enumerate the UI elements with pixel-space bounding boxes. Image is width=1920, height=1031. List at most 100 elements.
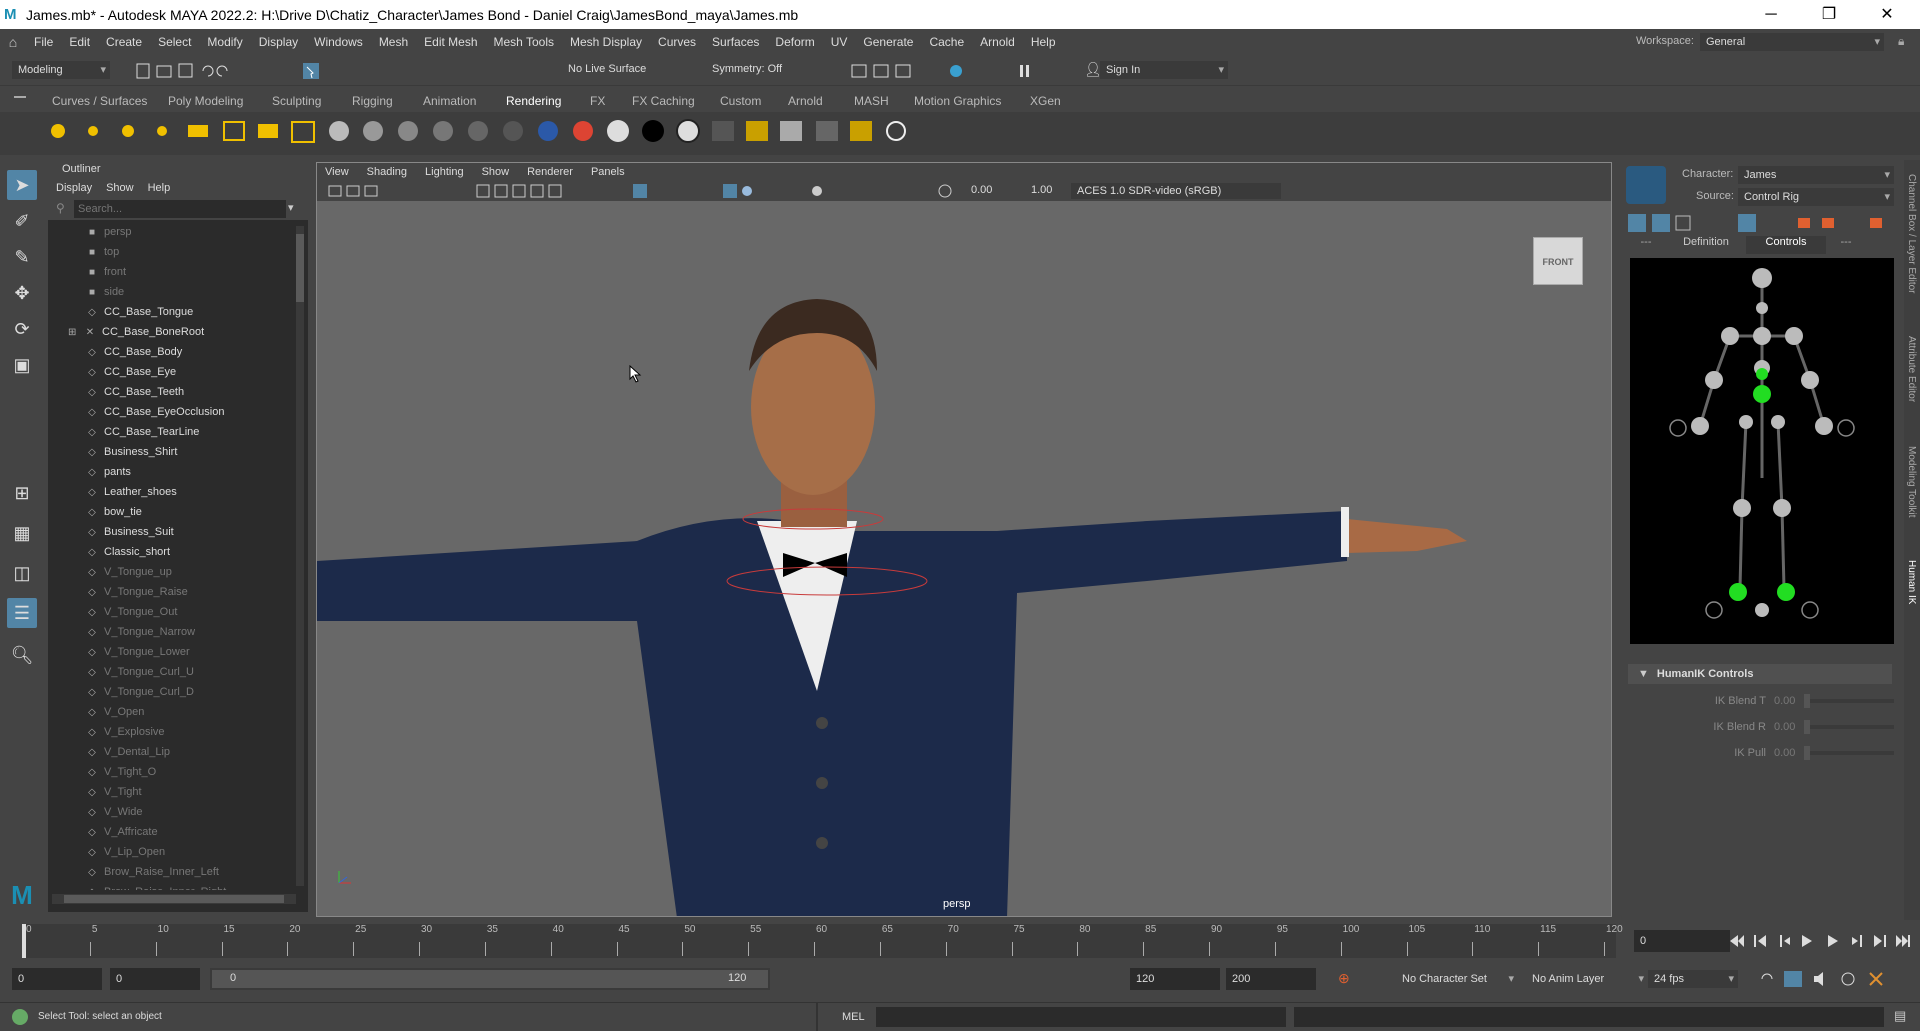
outliner-item[interactable]: ◇ V_Dental_Lip [48, 742, 294, 762]
ik-pull-slider[interactable] [1804, 746, 1894, 760]
range-slider[interactable]: 0 120 [210, 968, 770, 990]
menu-mesh-display[interactable]: Mesh Display [562, 35, 650, 49]
menu-create[interactable]: Create [98, 35, 150, 49]
exposure-value[interactable]: 0.00 [971, 184, 992, 196]
menu-help[interactable]: Help [1023, 35, 1064, 49]
menu-generate[interactable]: Generate [855, 35, 921, 49]
outliner-item[interactable]: ◇ V_Wide [48, 802, 294, 822]
filter-icon[interactable]: ⚲ [56, 201, 65, 215]
outliner-item[interactable]: ◇ Business_Shirt [48, 442, 294, 462]
outliner-item[interactable]: ◇ V_Explosive [48, 722, 294, 742]
home-icon[interactable]: ⌂ [0, 34, 26, 50]
side-tab-attribute-editor[interactable]: Attribute Editor [1906, 336, 1917, 402]
humanik-logo-icon[interactable] [1626, 166, 1666, 204]
shelf-tab-fx[interactable]: FX [590, 94, 605, 108]
outliner-item[interactable]: ■ persp [48, 222, 294, 242]
animation-start-field[interactable]: 0 [12, 968, 102, 990]
viewport-menu-shading[interactable]: Shading [367, 166, 407, 178]
shelf-icons[interactable] [0, 112, 920, 155]
viewport-menu-lighting[interactable]: Lighting [425, 166, 464, 178]
shelf-tab-motion-graphics[interactable]: Motion Graphics [914, 94, 1001, 108]
menu-edit[interactable]: Edit [61, 35, 98, 49]
character-set-dropdown[interactable]: No Character Set [1396, 970, 1518, 988]
humanik-tab-dash-left[interactable]: --- [1626, 236, 1666, 254]
paint-select-tool-icon[interactable]: ✎ [7, 242, 37, 272]
single-pane-layout-icon[interactable]: ⊞ [7, 478, 37, 508]
outliner-item[interactable]: ◇ Business_Suit [48, 522, 294, 542]
outliner-item[interactable]: ◇ Classic_short [48, 542, 294, 562]
side-tab-channel-box[interactable]: Channel Box / Layer Editor [1906, 174, 1917, 294]
gamma-value[interactable]: 1.00 [1031, 184, 1052, 196]
viewport-panel[interactable]: View Shading Lighting Show Renderer Pane… [316, 162, 1612, 917]
maximize-button[interactable]: ❐ [1800, 0, 1858, 29]
anim-layer-dropdown[interactable]: No Anim Layer [1526, 970, 1648, 988]
workspace-dropdown[interactable]: General [1700, 33, 1884, 51]
outliner-item[interactable]: ◇ bow_tie [48, 502, 294, 522]
lock-icon[interactable]: 🔒︎ [1898, 34, 1904, 49]
time-ruler[interactable]: 0 5 10 15 20 25 30 35 40 45 50 55 60 65 70 75 80 85 90 95 10… [22, 924, 1623, 958]
outliner-item[interactable]: ◇ V_Tongue_Curl_D [48, 682, 294, 702]
outliner-item[interactable]: ◇ Leather_shoes [48, 482, 294, 502]
menu-select[interactable]: Select [150, 35, 199, 49]
lasso-tool-icon[interactable]: ✐ [7, 206, 37, 236]
outliner-item[interactable]: ◇ CC_Base_Eye [48, 362, 294, 382]
humanik-toolbar-icons[interactable] [1626, 212, 1894, 234]
shelf-tab-fx-caching[interactable]: FX Caching [632, 94, 695, 108]
viewport-menu-panels[interactable]: Panels [591, 166, 625, 178]
menu-uv[interactable]: UV [823, 35, 856, 49]
menu-modify[interactable]: Modify [199, 35, 250, 49]
outliner-item[interactable]: ◇ V_Lip_Open [48, 842, 294, 862]
source-dropdown[interactable]: Control Rig [1738, 188, 1894, 206]
minimize-button[interactable]: ─ [1742, 0, 1800, 29]
menu-edit-mesh[interactable]: Edit Mesh [416, 35, 485, 49]
shelf-tab-rendering[interactable]: Rendering [506, 94, 561, 108]
close-button[interactable]: ✕ [1858, 0, 1916, 29]
menuset-dropdown[interactable]: Modeling [12, 61, 110, 79]
outliner-item[interactable]: ◇ CC_Base_EyeOcclusion [48, 402, 294, 422]
viewport-toolbar-icons[interactable] [317, 181, 977, 201]
ik-blend-r-value[interactable]: 0.00 [1774, 721, 1804, 733]
outliner-item[interactable]: ■ side [48, 282, 294, 302]
shelf-tab-mash[interactable]: MASH [854, 94, 889, 108]
menu-display[interactable]: Display [251, 35, 306, 49]
playback-start-field[interactable]: 0 [110, 968, 200, 990]
range-tools-icons[interactable] [1758, 970, 1918, 988]
shelf-tab-rigging[interactable]: Rigging [352, 94, 393, 108]
viewport-menu-renderer[interactable]: Renderer [527, 166, 573, 178]
auto-key-icon[interactable]: ⊕ [1338, 970, 1350, 987]
outliner-item[interactable]: ◇ CC_Base_Tongue [48, 302, 294, 322]
outliner-item[interactable]: ■ front [48, 262, 294, 282]
file-tools-icons[interactable] [135, 61, 405, 81]
outliner-hscrollbar[interactable] [52, 894, 296, 904]
viewcube[interactable]: FRONT [1533, 237, 1583, 285]
select-tool-icon[interactable]: ➤ [7, 170, 37, 200]
outliner-menu-display[interactable]: Display [56, 182, 92, 194]
outliner-item[interactable]: ◇ V_Tight [48, 782, 294, 802]
menu-windows[interactable]: Windows [306, 35, 371, 49]
rotate-tool-icon[interactable]: ⟳ [7, 314, 37, 344]
playback-end-field[interactable]: 120 [1130, 968, 1220, 990]
shelf-tab-animation[interactable]: Animation [423, 94, 476, 108]
humanik-skeleton-view[interactable] [1630, 258, 1894, 644]
sign-in-dropdown[interactable]: Sign In [1100, 61, 1228, 79]
shelf-tab-curves-surfaces[interactable]: Curves / Surfaces [52, 94, 147, 108]
character-dropdown[interactable]: James [1738, 166, 1894, 184]
humanik-tab-controls[interactable]: Controls [1746, 236, 1826, 254]
script-editor-icon[interactable]: ▤ [1894, 1008, 1906, 1024]
two-pane-layout-icon[interactable]: ◫ [7, 558, 37, 588]
outliner-item[interactable]: ■ top [48, 242, 294, 262]
outliner-item[interactable]: ◇ CC_Base_TearLine [48, 422, 294, 442]
outliner-item[interactable]: ◇ CC_Base_Teeth [48, 382, 294, 402]
outliner-item[interactable]: ◇ pants [48, 462, 294, 482]
expand-icon[interactable]: ⊞ [68, 327, 82, 338]
search-options-icon[interactable]: ▾ [288, 201, 294, 214]
menu-mesh[interactable]: Mesh [371, 35, 416, 49]
outliner-scrollbar[interactable] [296, 226, 304, 886]
shelf-tab-sculpting[interactable]: Sculpting [272, 94, 321, 108]
collapse-arrow-icon[interactable]: ▼ [1638, 668, 1649, 680]
fps-dropdown[interactable]: 24 fps [1648, 970, 1738, 988]
shelf-tab-custom[interactable]: Custom [720, 94, 761, 108]
mel-command-input[interactable] [876, 1007, 1286, 1027]
outliner-item[interactable]: ◇ Brow_Raise_Inner_Right [48, 882, 294, 890]
menu-cache[interactable]: Cache [921, 35, 972, 49]
